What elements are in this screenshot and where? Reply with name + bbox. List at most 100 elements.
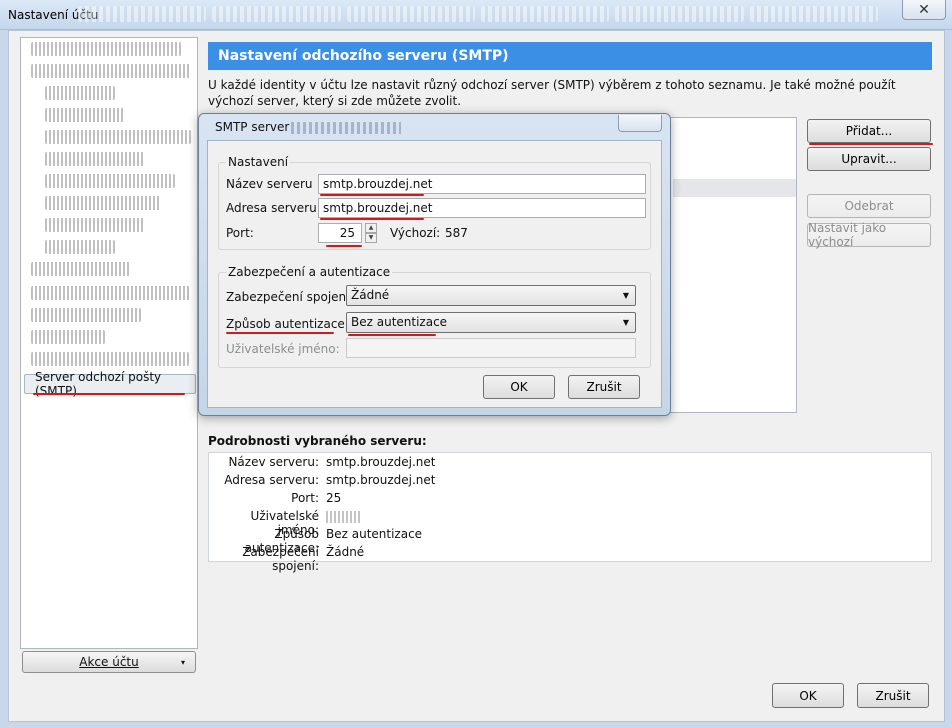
tree-item-blurred[interactable] bbox=[45, 196, 161, 210]
blurred-tab bbox=[749, 6, 878, 22]
server-details-panel: Název serveru: smtp.brouzdej.net Adresa … bbox=[208, 452, 932, 573]
detail-row: Zabezpečení spojení: Žádné bbox=[209, 545, 365, 573]
detail-row: Způsob autentizace: Bez autentizace bbox=[209, 527, 423, 555]
security-group-label: Zabezpečení a autentizace bbox=[226, 265, 393, 279]
blurred-tab bbox=[212, 6, 341, 22]
dialog-cancel-button[interactable]: Zrušit bbox=[568, 375, 640, 399]
auth-method-value: Bez autentizace bbox=[351, 315, 448, 329]
port-input[interactable]: 25 bbox=[318, 223, 362, 243]
window-titlebar: Nastavení účtu ✕ bbox=[0, 0, 952, 30]
tree-item-blurred[interactable] bbox=[45, 174, 175, 188]
blurred-tab bbox=[78, 6, 207, 22]
remove-server-label: Odebrat bbox=[844, 199, 894, 213]
highlight-underline bbox=[320, 194, 424, 196]
username-input[interactable] bbox=[346, 338, 636, 358]
tree-item-blurred[interactable] bbox=[45, 130, 191, 144]
dialog-ok-button[interactable]: OK bbox=[483, 375, 555, 399]
port-label: Port: bbox=[226, 226, 254, 240]
tree-item-blurred[interactable] bbox=[45, 86, 115, 100]
detail-key: Adresa serveru: bbox=[224, 473, 319, 487]
tree-item-blurred[interactable] bbox=[31, 64, 191, 78]
remove-server-button[interactable]: Odebrat bbox=[807, 194, 931, 218]
account-actions-button[interactable]: Akce účtu ▾ bbox=[22, 651, 196, 673]
highlight-underline bbox=[320, 218, 424, 220]
add-server-label: Přidat... bbox=[845, 124, 893, 138]
auth-method-select[interactable]: Bez autentizace ▼ bbox=[346, 312, 636, 333]
highlight-underline bbox=[809, 143, 933, 145]
dialog-title-blurred bbox=[291, 122, 401, 134]
highlight-underline bbox=[226, 332, 334, 334]
settings-group-label: Nastavení bbox=[226, 155, 291, 169]
detail-value: Bez autentizace bbox=[326, 527, 423, 541]
detail-row: Název serveru: smtp.brouzdej.net bbox=[209, 455, 435, 473]
detail-value: Žádné bbox=[326, 545, 365, 559]
detail-key: Uživatelské jméno: bbox=[250, 509, 319, 537]
set-default-label: Nastavit jako výchozí bbox=[808, 221, 887, 249]
dialog-ok-label: OK bbox=[510, 380, 528, 394]
account-tree[interactable]: Server odchozí pošty (SMTP) bbox=[20, 37, 198, 649]
dropdown-arrow-icon: ▼ bbox=[622, 291, 629, 300]
close-icon: ✕ bbox=[918, 1, 930, 18]
dialog-body: Nastavení Název serveru smtp.brouzdej.ne… bbox=[207, 140, 662, 408]
default-port-value: 587 bbox=[445, 226, 468, 240]
dialog-title: SMTP server bbox=[215, 120, 290, 134]
spin-down-icon[interactable]: ▼ bbox=[365, 233, 377, 243]
server-address-label: Adresa serveru: bbox=[226, 201, 321, 215]
detail-value: smtp.brouzdej.net bbox=[326, 455, 436, 469]
tree-item-blurred[interactable] bbox=[31, 286, 191, 300]
blurred-tab bbox=[346, 6, 475, 22]
detail-key: Port: bbox=[291, 491, 319, 505]
tree-item-blurred[interactable] bbox=[31, 308, 141, 322]
detail-key: Způsob autentizace: bbox=[244, 527, 319, 555]
page-title: Nastavení odchozího serveru (SMTP) bbox=[208, 42, 932, 70]
dropdown-arrow-icon: ▼ bbox=[622, 318, 629, 327]
connection-security-select[interactable]: Žádné ▼ bbox=[346, 285, 636, 306]
chevron-down-icon: ▾ bbox=[180, 658, 185, 667]
username-label: Uživatelské jméno: bbox=[226, 342, 340, 356]
server-address-input[interactable]: smtp.brouzdej.net bbox=[318, 198, 646, 218]
cancel-button[interactable]: Zrušit bbox=[857, 683, 929, 708]
port-spinner[interactable]: ▲ ▼ bbox=[365, 223, 377, 243]
add-server-button[interactable]: Přidat... bbox=[807, 119, 931, 143]
tree-item-blurred[interactable] bbox=[31, 330, 105, 344]
highlight-underline bbox=[33, 393, 185, 395]
ok-label: OK bbox=[799, 688, 817, 703]
dialog-cancel-label: Zrušit bbox=[586, 380, 622, 394]
tree-item-smtp-server[interactable]: Server odchozí pošty (SMTP) bbox=[24, 370, 196, 398]
highlight-underline bbox=[326, 245, 362, 247]
edit-server-label: Upravit... bbox=[841, 152, 897, 166]
tree-item-blurred[interactable] bbox=[45, 152, 145, 166]
cancel-label: Zrušit bbox=[875, 688, 911, 703]
window-close-button[interactable]: ✕ bbox=[902, 0, 946, 20]
server-list-row-selected[interactable] bbox=[673, 179, 796, 197]
ok-button[interactable]: OK bbox=[772, 683, 844, 708]
details-title: Podrobnosti vybraného serveru: bbox=[208, 434, 427, 448]
blurred-tab bbox=[615, 6, 744, 22]
tree-item-blurred[interactable] bbox=[31, 352, 189, 366]
server-name-input[interactable]: smtp.brouzdej.net bbox=[318, 174, 646, 194]
tree-item-blurred[interactable] bbox=[45, 108, 125, 122]
server-name-label: Název serveru bbox=[226, 177, 313, 191]
detail-row: Adresa serveru: smtp.brouzdej.net bbox=[209, 473, 435, 491]
tree-item-blurred[interactable] bbox=[31, 42, 181, 56]
blurred-username bbox=[326, 511, 360, 523]
tree-item-blurred[interactable] bbox=[45, 240, 115, 254]
detail-row: Uživatelské jméno: bbox=[209, 509, 360, 537]
default-port-label: Výchozí: bbox=[390, 226, 441, 240]
tree-item-blurred[interactable] bbox=[31, 262, 131, 276]
detail-value: 25 bbox=[326, 491, 342, 505]
detail-key: Název serveru: bbox=[228, 455, 319, 469]
connection-security-value: Žádné bbox=[351, 288, 390, 302]
smtp-server-dialog: SMTP server Nastavení Název serveru smtp… bbox=[198, 113, 671, 416]
set-default-button[interactable]: Nastavit jako výchozí bbox=[807, 221, 931, 249]
blurred-tabs bbox=[78, 6, 878, 24]
detail-key: Zabezpečení spojení: bbox=[242, 545, 319, 573]
edit-server-button[interactable]: Upravit... bbox=[807, 147, 931, 171]
tree-item-blurred[interactable] bbox=[45, 218, 145, 232]
spin-up-icon[interactable]: ▲ bbox=[365, 223, 377, 233]
account-actions-label: Akce účtu bbox=[79, 655, 139, 669]
detail-row: Port: 25 bbox=[209, 491, 341, 509]
highlight-underline bbox=[348, 334, 436, 336]
dialog-close-button[interactable] bbox=[618, 115, 662, 132]
description-text: U každé identity v účtu lze nastavit růz… bbox=[208, 78, 896, 108]
